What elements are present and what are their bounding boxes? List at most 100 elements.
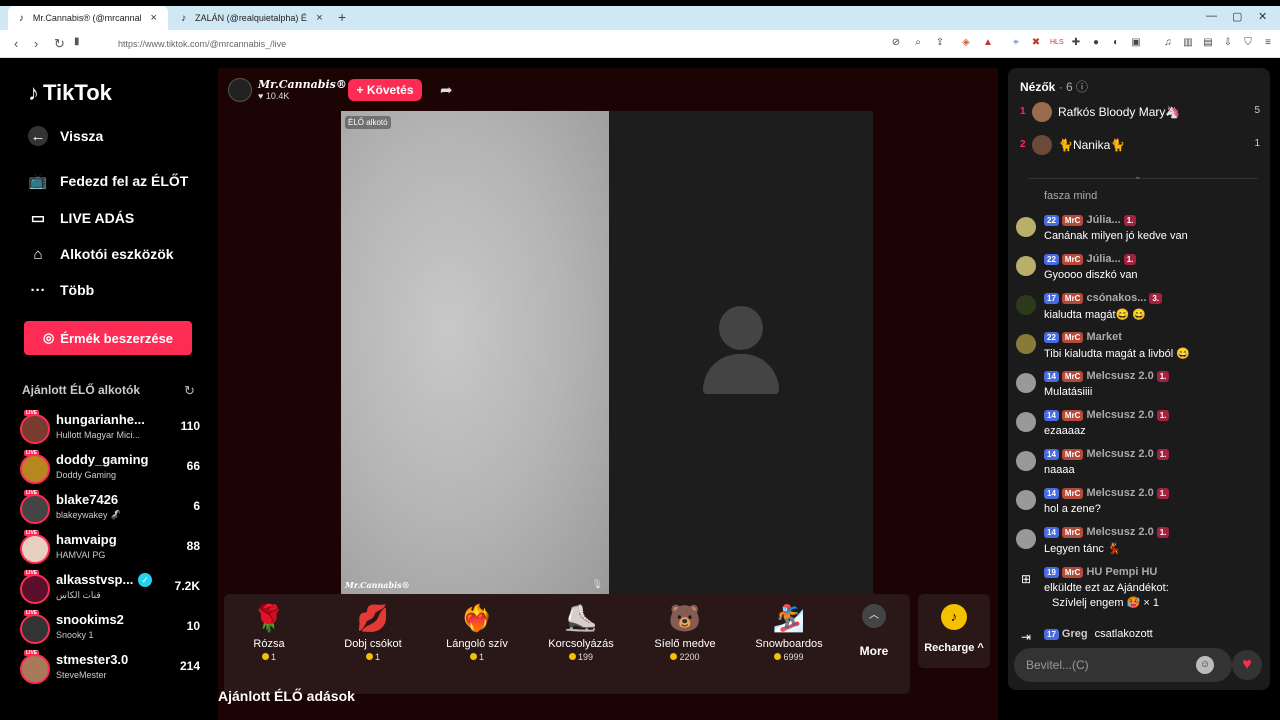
gift-name: Lángoló szív xyxy=(446,638,508,650)
avatar[interactable] xyxy=(1016,373,1036,393)
gift-item[interactable]: 💋 Dobj csókot 1 xyxy=(328,600,418,688)
sidebar-icon[interactable]: ▥ xyxy=(1182,37,1194,49)
gift-item[interactable]: 🌹 Rózsa 1 xyxy=(224,600,314,688)
creator-item[interactable]: LIVE hungarianhe... Hullott Magyar Mici.… xyxy=(20,410,200,448)
share-arrow-icon[interactable]: ➦ xyxy=(440,81,453,99)
chat-message: fasza mind xyxy=(1016,188,1266,206)
chat-message: 14 MrC Melcsusz 2.0 1. Legyen tánc 💃 xyxy=(1016,526,1266,562)
username[interactable]: Júlia... xyxy=(1086,214,1120,226)
recharge-button[interactable]: ♪ Recharge ^ xyxy=(918,594,990,668)
tiktok-page: ♪ TikTok ← Vissza 📺 Fedezd fel az ÉLŐT ▭… xyxy=(8,58,1272,720)
gift-item[interactable]: ❤️‍🔥 Lángoló szív 1 xyxy=(432,600,522,688)
vpn-icon[interactable]: ⛉ xyxy=(1242,37,1254,49)
chat-message: 22 MrC Júlia... 1. Canának milyen jó kedve … xyxy=(1016,214,1266,250)
username[interactable]: Melcsusz 2.0 xyxy=(1086,487,1153,499)
refresh-icon[interactable]: ↻ xyxy=(184,383,195,399)
wallet-icon[interactable]: ▤ xyxy=(1202,37,1214,49)
nav-explore-live[interactable]: 📺 Fedezd fel az ÉLŐT xyxy=(28,171,189,191)
zoom-icon[interactable]: ⌕ xyxy=(912,37,924,49)
nav-creator-tools[interactable]: ⌂ Alkotói eszközök xyxy=(28,244,173,264)
host-name[interactable]: Mr.Cannabis® xyxy=(258,78,347,91)
nav-back[interactable]: ← Vissza xyxy=(28,126,103,146)
join-icon: ⇥ xyxy=(1020,630,1032,644)
tab-zalan[interactable]: ♪ ZALÁN (@realquietalpha) ÉLŐ × xyxy=(170,6,334,30)
help-icon[interactable]: ⓘ xyxy=(1076,80,1088,94)
nav-label: Vissza xyxy=(60,128,104,144)
back-icon[interactable]: ‹ xyxy=(14,36,18,51)
emoji-icon[interactable]: ☺ xyxy=(1196,656,1214,674)
username[interactable]: Melcsusz 2.0 xyxy=(1086,409,1153,421)
avatar[interactable] xyxy=(1016,529,1036,549)
close-icon[interactable]: × xyxy=(147,12,160,24)
username[interactable]: Júlia... xyxy=(1086,253,1120,265)
creator-item[interactable]: LIVE blake7426 blakeywakey 🦨 6 xyxy=(20,490,200,528)
sidebar: ♪ TikTok ← Vissza 📺 Fedezd fel az ÉLŐT ▭… xyxy=(8,58,210,720)
avatar[interactable] xyxy=(1016,295,1036,315)
music-icon[interactable]: ♫ xyxy=(1162,37,1174,49)
chevron-down-icon[interactable]: ⌄ xyxy=(1134,171,1142,182)
url-text: https://www.tiktok.com/@mrcannabis_/live xyxy=(118,39,287,49)
extension-icon[interactable]: ✖ xyxy=(1030,37,1042,49)
bookmark-icon[interactable]: ▮ xyxy=(74,36,80,47)
username[interactable]: HU Pempi HU xyxy=(1086,566,1157,578)
creator-item[interactable]: LIVE stmester3.0 SteveMester 214 xyxy=(20,650,200,688)
brave-shield-icon[interactable]: ◈ xyxy=(960,37,972,49)
hls-icon[interactable]: HLS xyxy=(1050,37,1064,49)
video-player[interactable]: ÉLŐ alkotó Mr.Cannabis® 🎙 xyxy=(341,111,873,595)
tab-icon[interactable]: ▣ xyxy=(1130,37,1142,49)
avatar[interactable] xyxy=(1016,412,1036,432)
username[interactable]: Melcsusz 2.0 xyxy=(1086,370,1153,382)
rewards-icon[interactable]: ▲ xyxy=(982,37,994,49)
avatar xyxy=(20,574,50,604)
username[interactable]: csónakos... xyxy=(1086,292,1146,304)
forward-icon[interactable]: › xyxy=(34,36,38,51)
close-window-icon[interactable]: ✕ xyxy=(1258,10,1267,23)
username[interactable]: Melcsusz 2.0 xyxy=(1086,526,1153,538)
more-gifts-button[interactable]: ︿ More xyxy=(849,604,899,658)
gift-item[interactable]: 🐻 Síelő medve 2200 xyxy=(640,600,730,688)
get-coins-button[interactable]: ◎ Érmék beszerzése xyxy=(24,321,192,355)
url-field[interactable]: https://www.tiktok.com/@mrcannabis_/live xyxy=(92,34,852,54)
creator-item[interactable]: LIVE alkasstvsp... ✓ قنات الكاس 7.2K xyxy=(20,570,200,608)
gift-price: 199 xyxy=(536,652,626,662)
creator-item[interactable]: LIVE snookims2 Snooky 1 10 xyxy=(20,610,200,648)
avatar[interactable] xyxy=(1016,256,1036,276)
puzzle-icon[interactable]: ✚ xyxy=(1070,37,1082,49)
like-heart-icon[interactable]: ♥ xyxy=(1232,650,1262,680)
circle-icon[interactable]: ● xyxy=(1090,37,1102,49)
tiktok-logo-icon: ♪ xyxy=(28,80,39,105)
maximize-icon[interactable]: ▢ xyxy=(1232,10,1242,23)
coin-icon xyxy=(261,653,269,660)
nav-more[interactable]: ··· Több xyxy=(28,280,95,300)
avatar[interactable] xyxy=(1016,334,1036,354)
no-image-icon[interactable]: ⊘ xyxy=(890,37,902,49)
close-icon[interactable]: × xyxy=(313,12,326,24)
new-tab-button[interactable]: + xyxy=(338,9,346,25)
share-icon[interactable]: ⇪ xyxy=(934,37,946,49)
follow-button[interactable]: + Követés xyxy=(348,79,422,101)
color-icon[interactable]: ◐ xyxy=(1110,37,1122,49)
nav-go-live[interactable]: ▭ LIVE ADÁS xyxy=(28,208,134,228)
username[interactable]: Market xyxy=(1086,331,1121,343)
download-icon[interactable]: ⇩ xyxy=(1222,37,1234,49)
username[interactable]: Melcsusz 2.0 xyxy=(1086,448,1153,460)
minimize-icon[interactable]: — xyxy=(1206,10,1217,22)
reload-icon[interactable]: ↻ xyxy=(54,36,65,52)
creator-item[interactable]: LIVE doddy_gaming Doddy Gaming 66 xyxy=(20,450,200,488)
avatar[interactable] xyxy=(1016,490,1036,510)
gift-item[interactable]: 🏂 Snowboardos 6999 xyxy=(744,600,834,688)
menu-icon[interactable]: ≡ xyxy=(1262,37,1274,49)
top-viewer[interactable]: 2 🐈Nanika🐈 1 xyxy=(1020,135,1260,157)
translate-icon[interactable]: ⌖ xyxy=(1010,37,1022,49)
fan-badge: MrC xyxy=(1061,370,1084,382)
host-avatar[interactable] xyxy=(228,78,252,102)
tab-mrcannabis[interactable]: ♪ Mr.Cannabis® (@mrcannabis × xyxy=(8,6,168,30)
tiktok-logo[interactable]: ♪ TikTok xyxy=(28,80,112,106)
message-text: Mulatásiiii xyxy=(1044,386,1093,398)
username[interactable]: Greg xyxy=(1062,628,1088,640)
top-viewer[interactable]: 1 Rafkós Bloody Mary🦄 5 xyxy=(1020,102,1260,124)
avatar[interactable] xyxy=(1016,451,1036,471)
gift-item[interactable]: ⛸️ Korcsolyázás 199 xyxy=(536,600,626,688)
avatar[interactable] xyxy=(1016,217,1036,237)
creator-item[interactable]: LIVE hamvaipg HAMVAI PG 88 xyxy=(20,530,200,568)
